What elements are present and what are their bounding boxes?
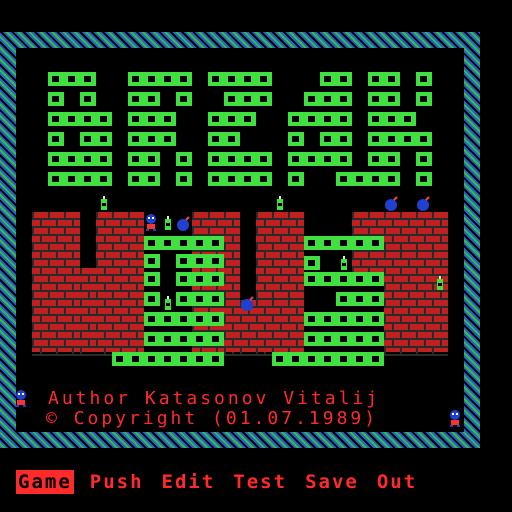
author-credit: Author Katasonov Vitalij: [48, 388, 381, 409]
green-block: [368, 72, 400, 86]
bottle-icon: [341, 256, 347, 270]
bottle-icon: [165, 216, 171, 230]
green-block: [208, 112, 256, 126]
green-block: [304, 92, 352, 106]
bottle-icon: [165, 296, 171, 310]
menu-item-save[interactable]: Save: [303, 470, 361, 494]
green-block: [48, 152, 112, 166]
brick-wall: [96, 212, 144, 356]
bomb-icon: [417, 196, 430, 211]
green-block: [144, 272, 160, 286]
green-block: [368, 172, 400, 186]
green-block: [272, 352, 384, 366]
green-block: [320, 132, 352, 146]
green-block: [304, 312, 384, 326]
green-block: [416, 152, 432, 166]
bomb-icon: [177, 216, 190, 231]
green-block: [176, 292, 224, 306]
green-block: [288, 152, 352, 166]
menu-item-push[interactable]: Push: [88, 470, 146, 494]
main-menu: Game Push Edit Test Save Out: [16, 470, 433, 494]
green-block: [128, 92, 160, 106]
green-block: [208, 72, 272, 86]
green-block: [80, 92, 96, 106]
bottle-icon: [101, 196, 107, 210]
brick-wall: [224, 300, 304, 356]
title-scene: [16, 72, 460, 427]
green-block: [368, 152, 400, 166]
green-block: [208, 132, 240, 146]
green-block: [48, 132, 64, 146]
bomb-icon: [385, 196, 398, 211]
green-block: [144, 236, 224, 250]
player-icon: [16, 390, 26, 407]
green-block: [48, 92, 64, 106]
green-block: [128, 152, 160, 166]
menu-item-edit[interactable]: Edit: [160, 470, 218, 494]
menu-item-test[interactable]: Test: [231, 470, 289, 494]
brick-wall: [384, 252, 448, 356]
green-block: [304, 256, 320, 270]
green-block: [176, 92, 192, 106]
green-block: [304, 236, 384, 250]
green-block: [288, 132, 304, 146]
green-block: [368, 112, 416, 126]
copyright-credit: © Copyright (01.07.1989): [46, 408, 379, 429]
green-block: [416, 72, 432, 86]
green-block: [48, 172, 112, 186]
green-block: [416, 92, 432, 106]
green-block: [128, 112, 176, 126]
green-block: [208, 152, 272, 166]
green-block: [128, 132, 176, 146]
green-block: [320, 72, 352, 86]
bomb-icon: [241, 296, 254, 311]
green-block: [48, 112, 112, 126]
green-block: [336, 292, 384, 306]
robot-icon: [450, 410, 460, 427]
green-block: [288, 112, 352, 126]
green-block: [368, 92, 400, 106]
green-block: [368, 132, 432, 146]
green-block: [416, 172, 432, 186]
green-block: [80, 132, 112, 146]
green-block: [208, 172, 272, 186]
green-block: [144, 332, 224, 346]
game-screen: Author Katasonov Vitalij © Copyright (01…: [0, 0, 512, 512]
menu-item-game[interactable]: Game: [16, 470, 74, 494]
green-block: [304, 272, 384, 286]
green-block: [176, 172, 192, 186]
green-block: [112, 352, 224, 366]
green-block: [176, 254, 224, 268]
green-block: [128, 72, 192, 86]
green-block: [224, 92, 272, 106]
green-block: [128, 172, 160, 186]
brick-wall: [32, 212, 80, 356]
green-block: [176, 272, 224, 286]
menu-item-out[interactable]: Out: [375, 470, 419, 494]
brick-wall: [80, 268, 96, 356]
green-block: [144, 292, 160, 306]
green-block: [336, 172, 368, 186]
green-block: [48, 72, 96, 86]
bottle-icon: [277, 196, 283, 210]
robot-icon: [146, 214, 156, 231]
green-block: [144, 312, 224, 326]
green-block: [144, 254, 160, 268]
green-block: [176, 152, 192, 166]
green-block: [288, 172, 304, 186]
green-block: [304, 332, 384, 346]
